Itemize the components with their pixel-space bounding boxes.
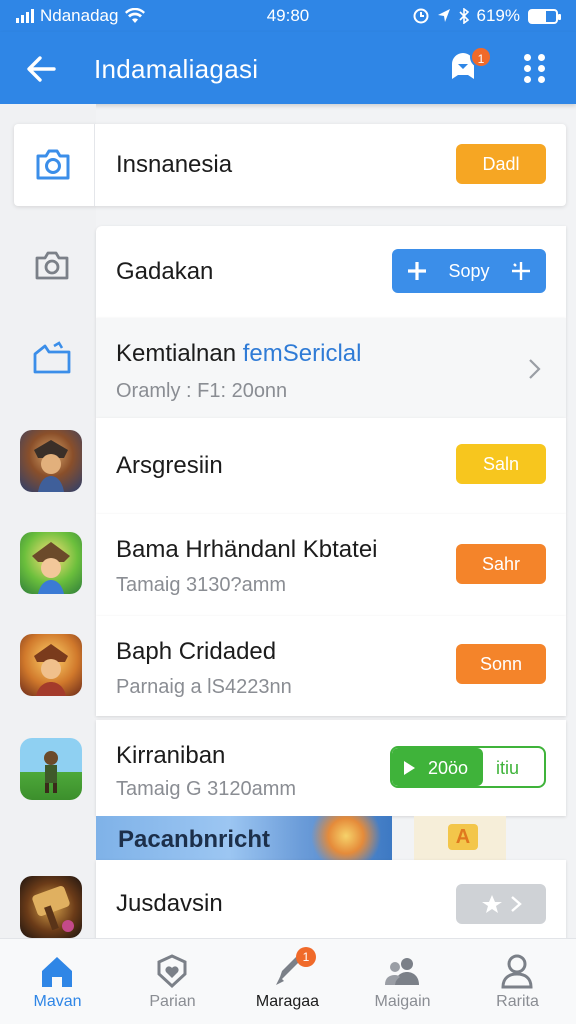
icon-column <box>0 104 96 938</box>
chevron-right-icon[interactable] <box>524 356 546 382</box>
row-action-button[interactable]: Sopy <box>392 249 546 293</box>
battery-percent: 619% <box>476 6 520 25</box>
banner-flare <box>306 816 386 860</box>
top-item-label: Insnanesia <box>116 151 233 178</box>
plus-icon <box>408 262 426 280</box>
notification-button[interactable]: 1 <box>446 46 492 88</box>
content-area: Insnanesia Dadl Gadakan Sopy Kemtialnan … <box>0 104 576 938</box>
progress-label: 20öo <box>428 758 469 778</box>
nav-label: Parian <box>149 993 196 1010</box>
location-icon <box>437 9 450 22</box>
status-bar: Ndanadag 49:80 619% <box>0 0 576 32</box>
nav-home[interactable]: Mavan <box>0 939 115 1024</box>
chevron-right-icon <box>511 896 522 912</box>
row-subtitle: Oramly : F1: 20onn <box>116 380 288 402</box>
star-icon <box>482 895 502 913</box>
list-item[interactable]: Bama Hrhändanl Kbtatei Tamaig 3130?amm S… <box>96 514 566 616</box>
shield-heart-icon <box>157 954 187 989</box>
row-action-label: Sopy <box>448 260 490 281</box>
home-icon <box>42 957 72 987</box>
sparkle-icon <box>512 262 530 280</box>
row-title: Arsgresiin <box>116 452 223 479</box>
row-action-button[interactable]: Saln <box>456 444 546 484</box>
banner-side[interactable]: A <box>414 816 506 860</box>
battery-icon <box>528 8 561 24</box>
more-menu-button[interactable] <box>524 54 552 84</box>
nav-label: Maragaa <box>255 993 320 1010</box>
play-icon <box>404 761 415 775</box>
nav-label: Maigain <box>374 993 431 1010</box>
progress-suffix: itiu <box>496 758 520 778</box>
nav-parian[interactable]: Parian <box>115 939 230 1024</box>
banner-side-badge: A <box>448 824 478 850</box>
nav-label: Rarita <box>496 993 539 1010</box>
game-icon-hammer <box>20 876 82 938</box>
row-title-main: Kemtialnan <box>116 340 237 367</box>
list-item[interactable]: Jusdavsin <box>96 860 566 938</box>
row-title: Kirraniban <box>116 742 226 769</box>
bottom-nav: Mavan Parian 1 Maragaa Maigain Rarita <box>0 938 576 1024</box>
people-icon <box>385 958 419 985</box>
folder-tag-icon <box>33 341 71 374</box>
back-arrow-icon[interactable] <box>24 52 58 86</box>
alarm-icon <box>413 8 429 24</box>
status-right: 619% <box>413 6 561 26</box>
top-item-card[interactable]: Insnanesia Dadl <box>14 124 566 206</box>
row-title: Jusdavsin <box>116 890 223 917</box>
list-item[interactable]: Baph Cridaded Parnaig a lS4223nn Sonn <box>96 616 566 716</box>
game-icon-warrior <box>20 430 82 492</box>
row-title-accent: femSericlal <box>242 340 362 367</box>
list-item[interactable]: Gadakan Sopy <box>96 226 566 318</box>
row-title: Gadakan <box>116 258 214 285</box>
row-action-button[interactable] <box>456 884 546 924</box>
list-item[interactable]: Arsgresiin Saln <box>96 418 566 514</box>
person-icon <box>501 954 533 989</box>
camera-icon <box>36 149 70 180</box>
promo-banner[interactable]: Pacanbnricht <box>96 816 392 860</box>
banner-text: Pacanbnricht <box>118 826 271 853</box>
nav-maigain[interactable]: Maigain <box>345 939 460 1024</box>
row-title: Bama Hrhändanl Kbtatei <box>116 536 378 563</box>
download-progress[interactable]: 20öo itiu <box>390 746 546 788</box>
app-bar: Indamaliagasi 1 <box>0 32 576 104</box>
game-icon-elf <box>20 532 82 594</box>
row-title: Kemtialnan femSericlal <box>116 340 361 368</box>
list-item[interactable]: Kirraniban Tamaig G 3120amm 20öo itiu <box>96 720 566 816</box>
list-item[interactable]: Kemtialnan femSericlal Oramly : F1: 20on… <box>96 318 566 418</box>
game-icon-soldier <box>20 738 82 800</box>
camera-icon <box>35 251 69 280</box>
nav-label: Mavan <box>33 993 82 1010</box>
row-subtitle: Tamaig G 3120amm <box>116 778 297 800</box>
nav-maragaa[interactable]: 1 Maragaa <box>230 939 345 1024</box>
row-subtitle: Parnaig a lS4223nn <box>116 676 292 698</box>
row-action-button[interactable]: Sahr <box>456 544 546 584</box>
top-item-button[interactable]: Dadl <box>456 144 546 184</box>
row-title: Baph Cridaded <box>116 638 277 665</box>
notification-badge: 1 <box>470 46 492 68</box>
card-divider <box>94 124 95 206</box>
game-icon-knight <box>20 634 82 696</box>
bluetooth-icon <box>458 8 469 24</box>
row-action-button[interactable]: Sonn <box>456 644 546 684</box>
nav-rarita[interactable]: Rarita <box>460 939 575 1024</box>
nav-badge: 1 <box>296 947 316 967</box>
battery-fill <box>530 10 547 22</box>
page-title: Indamaliagasi <box>94 54 259 84</box>
row-subtitle: Tamaig 3130?amm <box>116 574 287 596</box>
